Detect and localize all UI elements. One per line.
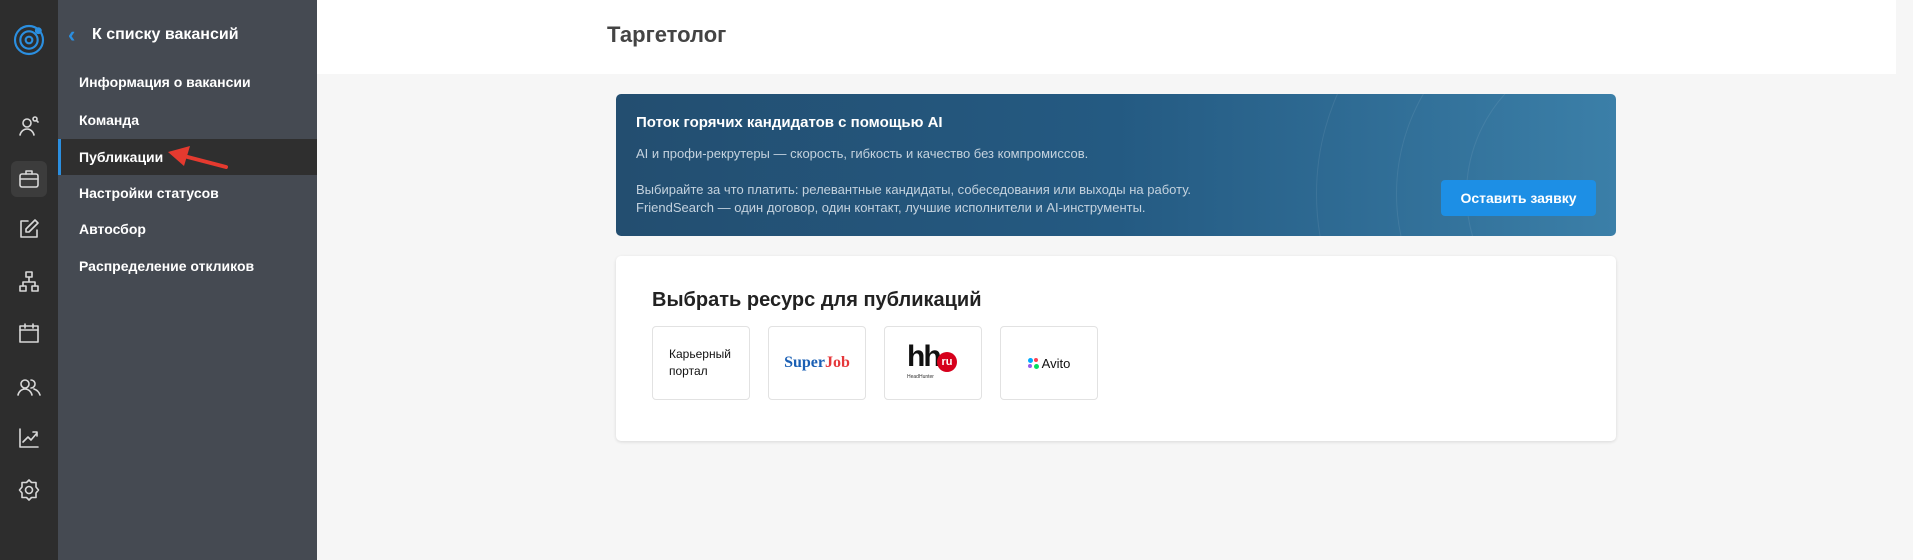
sidebar-item-response-distribution[interactable]: Распределение откликов (58, 248, 317, 284)
resource-superjob[interactable]: SuperJob (768, 326, 866, 400)
resource-career-portal[interactable]: Карьерный портал (652, 326, 750, 400)
icon-rail (0, 0, 58, 560)
edit-icon[interactable] (11, 211, 47, 247)
hh-logo: ru (937, 352, 957, 372)
vacancy-sidebar: ‹ К списку вакансий Информация о вакансии… (58, 0, 317, 560)
sidebar-item-team[interactable]: Команда (58, 102, 317, 138)
settings-gear-icon[interactable] (11, 472, 47, 508)
ai-promo-banner: Поток горячих кандидатов с помощью AI AI… (616, 94, 1616, 236)
leave-request-button[interactable]: Оставить заявку (1441, 180, 1596, 216)
sidebar-item-status-settings[interactable]: Настройки статусов (58, 175, 317, 211)
superjob-logo: Job (825, 354, 850, 371)
publication-resources-card: Выбрать ресурс для публикаций Карьерный … (616, 256, 1616, 441)
team-icon[interactable] (11, 369, 47, 405)
avito-dots-icon (1027, 357, 1039, 369)
logo-icon[interactable] (11, 22, 47, 58)
hh-logo: hh (907, 340, 942, 373)
vacancies-briefcase-icon[interactable] (11, 161, 47, 197)
banner-title: Поток горячих кандидатов с помощью AI (636, 114, 943, 131)
back-label: К списку вакансий (92, 26, 239, 43)
banner-text: FriendSearch — один договор, один контак… (636, 200, 1146, 215)
sidebar-item-vacancy-info[interactable]: Информация о вакансии (58, 64, 317, 100)
resource-avito[interactable]: Avito (1000, 326, 1098, 400)
career-portal-label: Карьерный портал (669, 347, 731, 378)
avito-logo: Avito (1041, 355, 1071, 371)
superjob-logo: Super (784, 354, 825, 371)
resources-title: Выбрать ресурс для публикаций (652, 289, 982, 311)
back-to-vacancies-link[interactable]: ‹ К списку вакансий (68, 22, 239, 48)
red-arrow-annotation-icon (168, 146, 228, 169)
sidebar-item-autocollect[interactable]: Автосбор (58, 211, 317, 247)
hh-logo: HeadHunter (907, 374, 934, 380)
banner-text: AI и профи-рекрутеры — скорость, гибкост… (636, 146, 1089, 161)
page-title: Таргетолог (607, 22, 727, 47)
chevron-left-icon: ‹ (68, 22, 76, 47)
resource-headhunter[interactable]: hh ru HeadHunter (884, 326, 982, 400)
page-header: Таргетолог (317, 0, 1896, 74)
analytics-icon[interactable] (11, 420, 47, 456)
calendar-icon[interactable] (11, 315, 47, 351)
banner-text: Выбирайте за что платить: релевантные ка… (636, 182, 1192, 197)
structure-icon[interactable] (11, 264, 47, 300)
candidate-search-icon[interactable] (11, 108, 47, 144)
